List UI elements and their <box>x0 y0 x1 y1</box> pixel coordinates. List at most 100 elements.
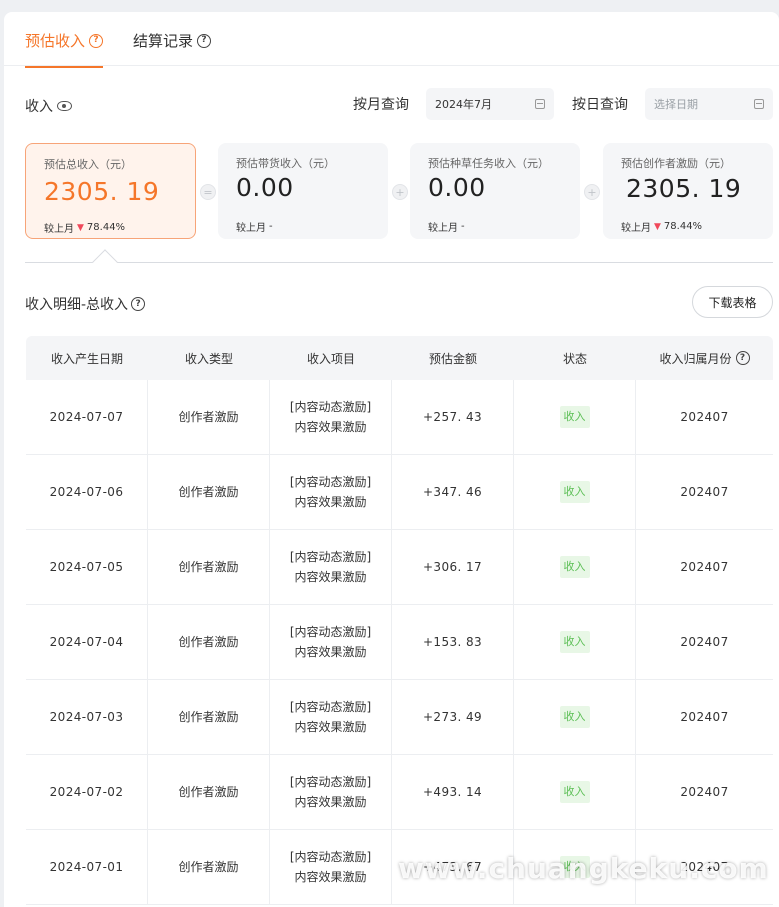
cell-item: [内容动态激励] 内容效果激励 <box>270 605 392 679</box>
cell-month: 202407 <box>680 485 729 499</box>
calendar-icon <box>754 99 764 109</box>
compare-label: 较上月 <box>428 223 458 234</box>
card-title: 预估种草任务收入（元） <box>428 157 549 170</box>
day-filter-label: 按日查询 <box>572 97 628 113</box>
cell-type: 创作者激励 <box>148 830 270 904</box>
table-row: 2024-07-02 创作者激励 [内容动态激励] 内容效果激励 +493. 14 收入 2… <box>26 755 773 830</box>
help-icon[interactable]: ? <box>89 33 104 48</box>
tab-settlement-records[interactable]: 结算记录 ? <box>133 30 212 51</box>
cell-item: [内容动态激励] 内容效果激励 <box>270 830 392 904</box>
table-header: 收入产生日期 收入类型 收入项目 预估金额 状态 收入归属月份 ? <box>26 336 773 380</box>
cell-status: 收入 <box>514 755 636 829</box>
plus-icon: + <box>584 184 600 200</box>
status-badge: 收入 <box>559 406 590 428</box>
card-value: 0.00 <box>428 173 486 202</box>
cell-status: 收入 <box>514 680 636 754</box>
eye-icon[interactable] <box>57 101 72 111</box>
plus-icon: + <box>392 184 408 200</box>
table-body: 2024-07-07 创作者激励 [内容动态激励] 内容效果激励 +257. 43 收入 2… <box>26 380 773 905</box>
download-table-button[interactable]: 下载表格 <box>692 286 773 318</box>
cell-item-line2: 内容效果激励 <box>294 795 367 809</box>
column-header-amount: 预估金额 <box>428 351 477 366</box>
cell-date: 2024-07-05 <box>26 530 148 604</box>
cell-type: 创作者激励 <box>148 530 270 604</box>
cell-type: 创作者激励 <box>148 455 270 529</box>
cell-item-line2: 内容效果激励 <box>294 495 367 509</box>
status-badge: 收入 <box>559 556 590 578</box>
compare-label: 较上月 <box>621 223 651 234</box>
cell-item-line1: [内容动态激励] <box>289 400 372 414</box>
cell-amount: +347. 46 <box>392 455 514 529</box>
cell-status: 收入 <box>514 380 636 454</box>
cell-amount: +493. 14 <box>392 755 514 829</box>
card-value: 0.00 <box>236 173 294 202</box>
trend-down-icon: ▼ <box>654 221 661 232</box>
cell-item-line1: [内容动态激励] <box>289 475 372 489</box>
cell-status: 收入 <box>514 605 636 679</box>
column-header-month: 收入归属月份 ? <box>636 336 773 380</box>
cell-amount: +153. 83 <box>392 605 514 679</box>
help-icon[interactable]: ? <box>735 351 750 365</box>
income-detail-table: 收入产生日期 收入类型 收入项目 预估金额 状态 收入归属月份 ? 2024-0… <box>26 336 773 905</box>
cell-date: 2024-07-02 <box>26 755 148 829</box>
cell-status: 收入 <box>514 455 636 529</box>
cell-type: 创作者激励 <box>148 755 270 829</box>
cell-amount: +273. 49 <box>392 680 514 754</box>
card-total-income[interactable]: 预估总收入（元） 2305. 19 较上月 ▼ 78.44% <box>25 143 196 239</box>
status-badge: 收入 <box>559 481 590 503</box>
card-value: 2305. 19 <box>44 177 160 206</box>
equals-icon: = <box>200 184 216 200</box>
column-header-date: 收入产生日期 <box>50 351 123 366</box>
table-row: 2024-07-03 创作者激励 [内容动态激励] 内容效果激励 +273. 49 收入 2… <box>26 680 773 755</box>
cell-item-line2: 内容效果激励 <box>294 645 367 659</box>
cell-item-line1: [内容动态激励] <box>289 775 372 789</box>
cell-date: 2024-07-06 <box>26 455 148 529</box>
income-panel: 预估收入 ? 结算记录 ? 收入 按月查询 2024年7月 按日查询 选择日期 … <box>4 12 779 907</box>
card-seeding-task-income[interactable]: 预估种草任务收入（元） 0.00 较上月 - <box>410 143 580 239</box>
detail-title: 收入明细-总收入 ? <box>25 294 146 314</box>
cell-item-line2: 内容效果激励 <box>294 420 367 434</box>
cell-item-line1: [内容动态激励] <box>289 700 372 714</box>
card-title: 预估带货收入（元） <box>236 157 335 170</box>
cell-item: [内容动态激励] 内容效果激励 <box>270 380 392 454</box>
cell-amount: +306. 17 <box>392 530 514 604</box>
compare-value: - <box>461 221 465 232</box>
day-picker[interactable]: 选择日期 <box>645 88 773 120</box>
card-title: 预估创作者激励（元） <box>621 157 731 170</box>
cell-status: 收入 <box>514 530 636 604</box>
day-picker-placeholder: 选择日期 <box>654 98 698 111</box>
column-header-month-text: 收入归属月份 <box>659 351 732 366</box>
card-title: 预估总收入（元） <box>44 158 132 171</box>
month-filter-label: 按月查询 <box>353 97 409 113</box>
table-row: 2024-07-07 创作者激励 [内容动态激励] 内容效果激励 +257. 43 收入 2… <box>26 380 773 455</box>
compare-value: 78.44% <box>663 221 703 232</box>
status-badge: 收入 <box>559 631 590 653</box>
table-row: 2024-07-04 创作者激励 [内容动态激励] 内容效果激励 +153. 83 收入 2… <box>26 605 773 680</box>
cell-date: 2024-07-01 <box>26 830 148 904</box>
detail-title-text: 收入明细-总收入 <box>25 297 129 313</box>
tab-estimated-income[interactable]: 预估收入 ? <box>25 30 104 68</box>
cell-item: [内容动态激励] 内容效果激励 <box>270 455 392 529</box>
watermark: www.chuangkeku.com <box>398 852 769 885</box>
compare-value: 78.44% <box>86 222 126 233</box>
help-icon[interactable]: ? <box>131 297 146 311</box>
month-picker[interactable]: 2024年7月 <box>426 88 554 120</box>
tab-label: 预估收入 <box>25 32 86 50</box>
income-label: 收入 <box>25 99 53 115</box>
table-row: 2024-07-06 创作者激励 [内容动态激励] 内容效果激励 +347. 46 收入 2… <box>26 455 773 530</box>
cell-item-line1: [内容动态激励] <box>289 625 372 639</box>
column-header-type: 收入类型 <box>184 351 233 366</box>
cell-item-line2: 内容效果激励 <box>294 570 367 584</box>
status-badge: 收入 <box>559 706 590 728</box>
cell-month: 202407 <box>680 635 729 649</box>
card-compare: 较上月 ▼ 78.44% <box>44 220 125 235</box>
cell-type: 创作者激励 <box>148 680 270 754</box>
cell-item-line2: 内容效果激励 <box>294 720 367 734</box>
cell-amount: +257. 43 <box>392 380 514 454</box>
help-icon[interactable]: ? <box>197 33 212 48</box>
cell-item-line1: [内容动态激励] <box>289 850 372 864</box>
cell-month: 202407 <box>680 785 729 799</box>
cell-date: 2024-07-07 <box>26 380 148 454</box>
card-goods-income[interactable]: 预估带货收入（元） 0.00 较上月 - <box>218 143 388 239</box>
card-creator-incentive[interactable]: 预估创作者激励（元） 2305. 19 较上月 ▼ 78.44% <box>603 143 773 239</box>
